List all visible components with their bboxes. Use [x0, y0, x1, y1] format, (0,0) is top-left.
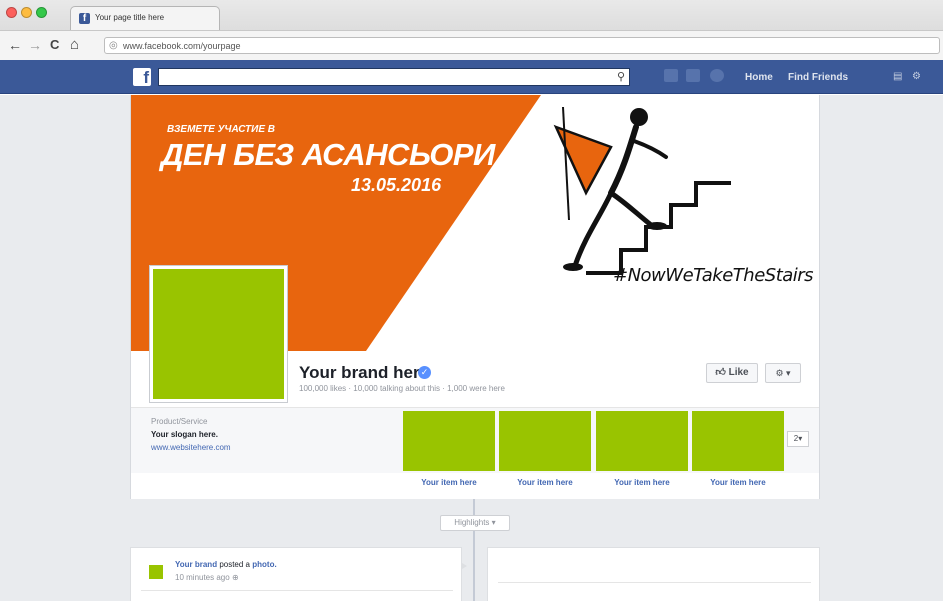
- search-input[interactable]: ⚲: [158, 68, 630, 86]
- post-time-text: 10 minutes ago: [175, 573, 230, 582]
- nav-find-friends-link[interactable]: Find Friends: [788, 72, 848, 83]
- audience-globe-icon: ⊕: [231, 573, 239, 582]
- like-button-label: Like: [728, 367, 749, 378]
- maximize-window-button[interactable]: [36, 7, 47, 18]
- chevron-down-icon: ▾: [786, 368, 791, 378]
- page-header: ВЗЕМЕТЕ УЧАСТИЕ В ДЕН БЕЗ АСАНСЬОРИ 13.0…: [130, 95, 820, 499]
- minimize-window-button[interactable]: [21, 7, 32, 18]
- timeline-post: Your brand posted a photo. 10 minutes ag…: [130, 547, 462, 601]
- more-apps-button[interactable]: 2▾: [787, 431, 809, 447]
- home-icon[interactable]: ⌂: [70, 37, 79, 52]
- verified-badge-icon: ✓: [418, 366, 431, 379]
- app-label[interactable]: Your item here: [596, 478, 688, 487]
- back-arrow-icon[interactable]: ←: [8, 38, 22, 52]
- address-url: www.facebook.com/yourpage: [123, 41, 241, 51]
- cover-subtitle: ВЗЕМЕТЕ УЧАСТИЕ В: [167, 124, 276, 135]
- like-button[interactable]: 👍︎ Like: [706, 363, 758, 383]
- app-tile[interactable]: [499, 411, 591, 471]
- post-divider: [498, 582, 811, 583]
- app-label[interactable]: Your item here: [403, 478, 495, 487]
- privacy-shortcuts-icon[interactable]: ▤: [893, 71, 902, 82]
- app-tile[interactable]: [596, 411, 688, 471]
- app-label[interactable]: Your item here: [499, 478, 591, 487]
- page-stats: 100,000 likes · 10,000 talking about thi…: [299, 384, 505, 393]
- facebook-page: ВЗЕМЕТЕ УЧАСТИЕ В ДЕН БЕЗ АСАНСЬОРИ 13.0…: [0, 95, 943, 601]
- highlights-label: Highlights: [454, 518, 490, 527]
- page-category: Product/Service: [151, 417, 208, 426]
- cover-hashtag: #NowWeTakeTheStairs: [613, 265, 814, 286]
- address-bar[interactable]: ◎ www.facebook.com/yourpage: [104, 37, 940, 54]
- facebook-favicon-icon: f: [79, 13, 90, 24]
- settings-gear-icon[interactable]: ⚙: [912, 71, 921, 82]
- cover-title: ДЕН БЕЗ АСАНСЬОРИ: [161, 137, 495, 172]
- page-website-link[interactable]: www.websitehere.com: [151, 443, 231, 452]
- app-tile[interactable]: [692, 411, 784, 471]
- chevron-down-icon: ▾: [491, 518, 496, 527]
- friend-requests-icon[interactable]: [664, 69, 678, 82]
- app-label[interactable]: Your item here: [692, 478, 784, 487]
- chevron-down-icon: ▾: [798, 434, 803, 443]
- globe-icon: ◎: [109, 40, 118, 51]
- timeline-post: [487, 547, 820, 601]
- page-options-button[interactable]: ⚙ ▾: [765, 363, 801, 383]
- post-timestamp[interactable]: 10 minutes ago ⊕: [175, 573, 239, 582]
- runner-head-icon: [630, 108, 648, 126]
- reload-icon[interactable]: C: [50, 38, 59, 52]
- browser-tab[interactable]: f Your page title here: [70, 6, 220, 30]
- post-divider: [141, 590, 453, 591]
- search-icon[interactable]: ⚲: [617, 70, 625, 83]
- app-tile[interactable]: [403, 411, 495, 471]
- browser-chrome: f Your page title here ← → C ⌂ ◎ www.fac…: [0, 0, 943, 60]
- timeline-pointer: [462, 563, 468, 569]
- page-title[interactable]: Your brand here: [299, 363, 429, 383]
- post-object-link[interactable]: photo.: [252, 560, 276, 569]
- tab-title: Your page title here: [95, 13, 165, 22]
- forward-arrow-icon[interactable]: →: [28, 38, 42, 52]
- cover-date: 13.05.2016: [351, 175, 442, 195]
- post-action: posted a: [219, 560, 251, 569]
- thumbs-up-icon: 👍︎: [715, 367, 729, 378]
- avatar[interactable]: [149, 565, 163, 579]
- post-header: Your brand posted a photo.: [175, 560, 277, 569]
- highlights-dropdown[interactable]: Highlights ▾: [440, 515, 510, 531]
- browser-toolbar: ← → C ⌂ ◎ www.facebook.com/yourpage: [0, 30, 943, 60]
- messages-icon[interactable]: [686, 69, 700, 82]
- facebook-logo[interactable]: f: [133, 68, 151, 87]
- profile-picture[interactable]: [149, 265, 288, 403]
- nav-home-link[interactable]: Home: [745, 72, 773, 83]
- runner-body: [608, 124, 639, 196]
- post-author-link[interactable]: Your brand: [175, 560, 217, 569]
- facebook-header: f ⚲ Home Find Friends ▤ ⚙: [0, 60, 943, 94]
- gear-icon: ⚙: [775, 368, 784, 378]
- page-slogan: Your slogan here.: [151, 430, 218, 439]
- notifications-icon[interactable]: [710, 69, 724, 82]
- close-window-button[interactable]: [6, 7, 17, 18]
